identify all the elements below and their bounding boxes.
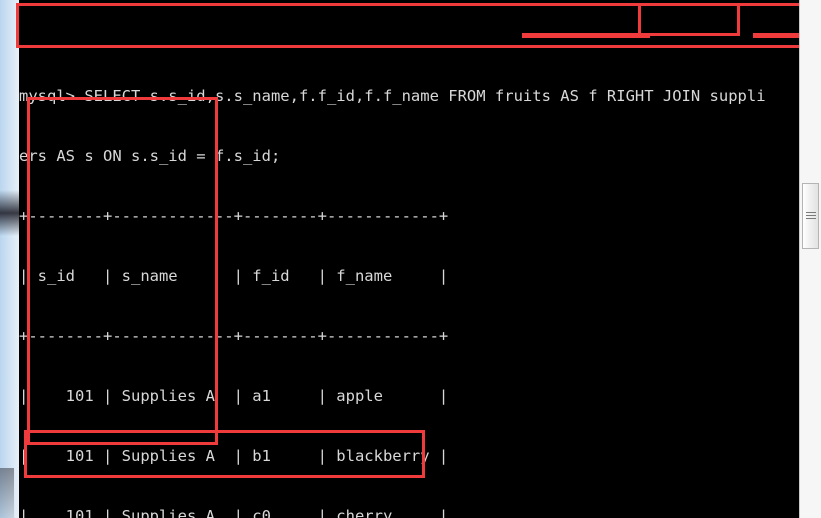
- scrollbar-grip-icon: [806, 212, 816, 221]
- table-row: | 101 | Supplies A | c0 | cherry |: [19, 507, 449, 518]
- scrollbar-track[interactable]: [800, 0, 821, 518]
- prompt-line-1: mysql> SELECT s.s_id,s.s_name,f.f_id,f.f…: [19, 87, 766, 105]
- scrollbar-thumb[interactable]: [802, 183, 819, 249]
- table-row: | 101 | Supplies A | a1 | apple |: [19, 387, 449, 405]
- desktop-left-strip: [0, 0, 19, 518]
- table-header-row: | s_id | s_name | f_id | f_name |: [19, 267, 449, 285]
- table-row: | 101 | Supplies A | b1 | blackberry |: [19, 447, 449, 465]
- prompt-line-2: ers AS s ON s.s_id = f.s_id;: [19, 147, 281, 165]
- vertical-scrollbar[interactable]: [799, 0, 821, 518]
- table-separator-mid: +--------+-------------+--------+-------…: [19, 327, 449, 345]
- desktop-glow-lower: [0, 468, 14, 518]
- desktop-glow-upper: [0, 190, 19, 236]
- terminal-screenshot: mysql> SELECT s.s_id,s.s_name,f.f_id,f.f…: [0, 0, 821, 518]
- table-separator-top: +--------+-------------+--------+-------…: [19, 207, 449, 225]
- mysql-console[interactable]: mysql> SELECT s.s_id,s.s_name,f.f_id,f.f…: [19, 0, 800, 518]
